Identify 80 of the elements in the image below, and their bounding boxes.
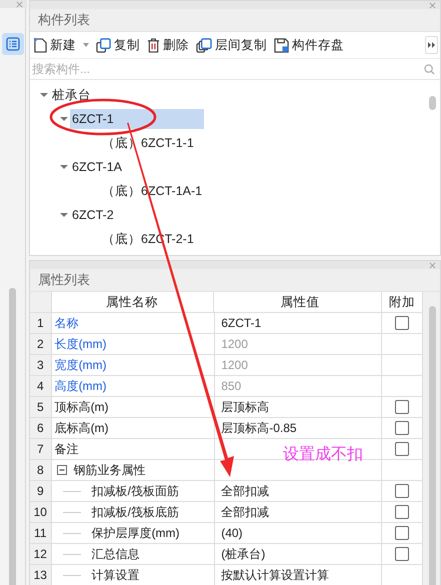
row-number: 8 [30, 460, 52, 481]
property-value[interactable]: 按默认计算设置计算 [221, 566, 330, 584]
checkbox[interactable] [394, 442, 409, 456]
double-arrow-icon [428, 42, 436, 48]
caret-icon[interactable] [40, 91, 48, 99]
column-header: 属性名称 [52, 292, 214, 313]
checkbox[interactable] [394, 421, 409, 435]
column-header: 附加 [382, 292, 424, 313]
save-icon [274, 38, 289, 52]
row-number: 1 [30, 313, 52, 334]
row-number: 6 [30, 418, 52, 439]
property-value[interactable]: 6ZCT-1 [221, 316, 262, 330]
row-number: 9 [30, 481, 52, 502]
property-name: 扣减板/筏板底筋 [92, 504, 179, 520]
property-value[interactable]: 全部扣减 [221, 504, 270, 520]
property-name: 扣减板/筏板面筋 [92, 482, 179, 500]
property-name: 长度(mm) [54, 336, 107, 352]
checkbox[interactable] [394, 484, 409, 498]
trash-icon [147, 38, 160, 52]
checkbox[interactable] [394, 526, 409, 540]
property-value[interactable]: 层顶标高-0.85 [221, 420, 297, 436]
property-name: 顶标高(m) [54, 398, 109, 416]
toolbar-button[interactable]: 新建 [33, 34, 90, 56]
caret-icon [83, 43, 89, 47]
property-value[interactable]: 全部扣减 [221, 482, 270, 500]
close-icon[interactable] [429, 262, 436, 268]
checkbox[interactable] [394, 316, 409, 330]
property-name: 钢筋业务属性 [74, 462, 146, 478]
property-value[interactable]: (桩承台) [221, 546, 266, 562]
checkbox[interactable] [394, 400, 409, 414]
caret-icon[interactable] [60, 115, 68, 123]
property-name: 计算设置 [92, 566, 140, 584]
scrollbar[interactable] [423, 292, 440, 585]
checkbox[interactable] [394, 547, 409, 561]
row-number: 7 [30, 439, 52, 460]
property-value[interactable]: (40) [221, 526, 243, 540]
new-document-icon [34, 38, 47, 52]
toolbar-button[interactable]: 构件存盘 [273, 34, 345, 56]
row-number: 4 [30, 376, 52, 397]
tree-item[interactable]: 6ZCT-2 [70, 205, 116, 225]
property-name: 宽度(mm) [54, 356, 107, 374]
property-name: 汇总信息 [92, 546, 140, 562]
row-number: 2 [30, 334, 52, 355]
close-icon[interactable] [16, 0, 23, 8]
row-number: 12 [30, 544, 52, 565]
more-button[interactable] [425, 36, 438, 54]
column-header: 属性值 [214, 292, 382, 313]
scrollbar[interactable] [9, 288, 16, 585]
property-name: 高度(mm) [54, 378, 107, 394]
row-number: 13 [30, 565, 52, 585]
list-view-button[interactable] [2, 33, 24, 55]
caret-icon[interactable] [60, 211, 68, 219]
search-field[interactable]: 搜索构件... [32, 62, 424, 76]
panel-title: 属性列表 [30, 269, 440, 292]
search-icon[interactable] [424, 64, 435, 74]
copy-icon [196, 38, 212, 52]
collapse-icon[interactable] [56, 465, 67, 475]
tree-item[interactable]: 桩承台 [50, 84, 93, 106]
annotation-text: 设置成不扣 [283, 444, 363, 465]
property-name: 保护层厚度(mm) [92, 524, 180, 542]
row-number: 10 [30, 502, 52, 523]
caret-icon[interactable] [60, 163, 68, 171]
property-value[interactable]: 层顶标高 [221, 398, 270, 416]
row-number: 11 [30, 523, 52, 544]
toolbar-button[interactable]: 删除 [146, 34, 190, 56]
checkbox[interactable] [394, 505, 409, 519]
tree-item[interactable]: 6ZCT-1A [70, 157, 124, 177]
row-number: 5 [30, 397, 52, 418]
close-icon[interactable] [429, 2, 436, 8]
toolbar-button[interactable]: 复制 [95, 34, 141, 56]
property-name: 名称 [54, 314, 79, 332]
toolbar-button[interactable]: 层间复制 [195, 34, 268, 56]
property-name: 备注 [54, 440, 79, 458]
row-number: 3 [30, 355, 52, 376]
tree-item[interactable]: 6ZCT-1 [70, 109, 204, 129]
panel-title: 构件列表 [30, 9, 440, 32]
property-name: 底标高(m) [54, 420, 109, 436]
copy-icon [96, 38, 111, 52]
tree-item[interactable]: （底）6ZCT-1-1 [100, 132, 196, 154]
scrollbar-thumb[interactable] [429, 96, 436, 110]
